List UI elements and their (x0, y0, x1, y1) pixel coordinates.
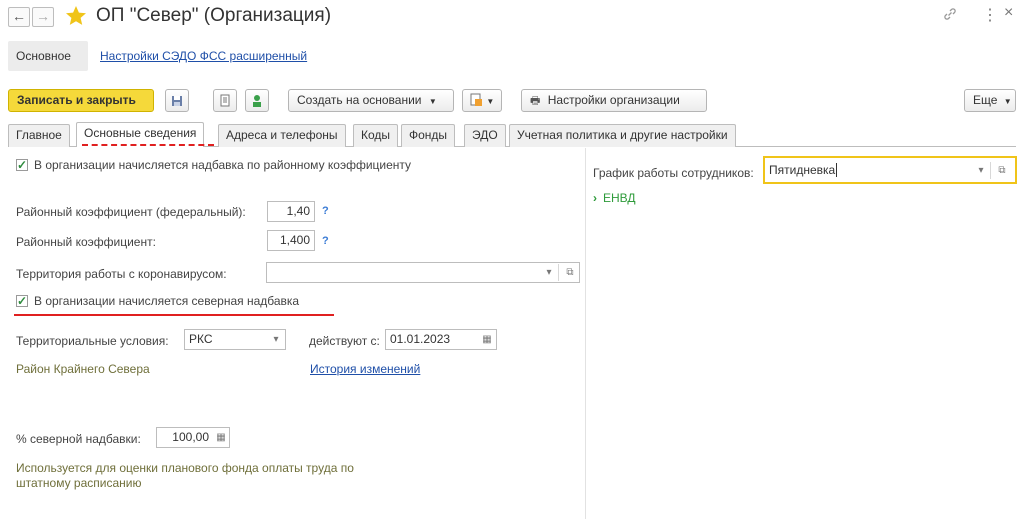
chevron-right-icon: › (593, 191, 597, 205)
more-button[interactable]: Еще ▼ (964, 89, 1016, 112)
save-close-button[interactable]: Записать и закрыть (8, 89, 154, 112)
district-coef-label: Районный коэффициент: (16, 235, 156, 249)
district-allowance-label: В организации начисляется надбавка по ра… (34, 158, 412, 172)
calendar-icon[interactable]: ▦ (478, 330, 496, 349)
schedule-value: Пятидневка (769, 163, 836, 177)
district-coef-federal-help[interactable]: ? (322, 205, 329, 217)
field-separator (990, 162, 991, 179)
page-title: ОП "Север" (Организация) (96, 5, 332, 26)
nav-sedo-link[interactable]: Настройки СЭДО ФСС расширенный (100, 49, 307, 63)
create-based-button[interactable]: Создать на основании ▼ (288, 89, 454, 112)
district-allowance-checkbox[interactable]: ✓ (16, 159, 28, 171)
favorite-star-icon[interactable] (64, 4, 88, 28)
chevron-down-icon: ▼ (486, 97, 495, 106)
district-coef-input[interactable]: 1,400 (267, 230, 315, 251)
tab-edo[interactable]: ЭДО (464, 124, 506, 147)
district-coef-federal-input[interactable]: 1,40 (267, 201, 315, 222)
district-name-text: Район Крайнего Севера (16, 362, 150, 376)
structure-icon[interactable] (245, 89, 269, 112)
covid-dropdown-icon[interactable]: ▾ (540, 263, 558, 282)
calculator-icon[interactable]: ▦ (212, 428, 230, 447)
covid-territory-label: Территория работы с коронавирусом: (16, 267, 227, 281)
tab-accounting-policy[interactable]: Учетная политика и другие настройки (509, 124, 736, 147)
more-label: Еще (973, 93, 998, 107)
northern-allowance-label: В организации начисляется северная надба… (34, 294, 300, 308)
district-coef-federal-label: Районный коэффициент (федеральный): (16, 205, 246, 219)
northern-red-underline (14, 314, 334, 316)
territorial-dropdown-icon[interactable]: ▾ (267, 330, 285, 349)
schedule-dropdown-icon[interactable]: ▾ (972, 161, 990, 180)
district-coef-help[interactable]: ? (322, 235, 329, 247)
covid-territory-input[interactable] (266, 262, 580, 283)
column-divider (585, 148, 586, 519)
print-dropdown-button[interactable]: ▼ (462, 89, 502, 112)
note-line-1: Используется для оценки планового фонда … (16, 461, 354, 475)
save-icon[interactable] (165, 89, 189, 112)
territorial-label: Территориальные условия: (16, 334, 169, 348)
more-menu-icon[interactable]: ⋮ (982, 5, 998, 25)
tab-funds[interactable]: Фонды (401, 124, 456, 147)
tab-main[interactable]: Главное (8, 124, 70, 147)
back-button[interactable]: ← (8, 7, 30, 27)
chevron-down-icon: ▼ (428, 97, 437, 106)
envd-label: ЕНВД (603, 191, 636, 205)
nav-main-tab[interactable]: Основное (16, 49, 71, 63)
chevron-down-icon: ▼ (1003, 97, 1012, 106)
northern-pct-label: % северной надбавки: (16, 432, 141, 446)
forward-button[interactable]: → (32, 7, 54, 27)
document-icon[interactable] (213, 89, 237, 112)
covid-open-icon[interactable]: ⧉ (561, 263, 579, 282)
org-settings-button[interactable]: 🖶 Настройки организации (521, 89, 707, 112)
history-link[interactable]: История изменений (310, 362, 420, 376)
tab-basic-info-label: Основные сведения (84, 126, 197, 140)
envd-group[interactable]: › ЕНВД (593, 191, 636, 205)
printer-icon: 🖶 (530, 95, 541, 107)
tab-codes[interactable]: Коды (353, 124, 399, 147)
schedule-label: График работы сотрудников: (593, 166, 754, 180)
link-icon[interactable] (942, 6, 958, 25)
text-cursor (836, 163, 838, 177)
tab-red-underline (82, 144, 214, 146)
schedule-open-icon[interactable]: ⧉ (993, 161, 1011, 180)
create-based-label: Создать на основании (297, 93, 422, 107)
northern-allowance-checkbox[interactable]: ✓ (16, 295, 28, 307)
note-line-2: штатному расписанию (16, 476, 142, 490)
close-icon[interactable]: × (1004, 4, 1013, 22)
org-settings-label: Настройки организации (547, 93, 680, 107)
tab-addresses[interactable]: Адреса и телефоны (218, 124, 346, 147)
valid-from-label: действуют с: (309, 334, 380, 348)
field-separator (558, 264, 559, 281)
